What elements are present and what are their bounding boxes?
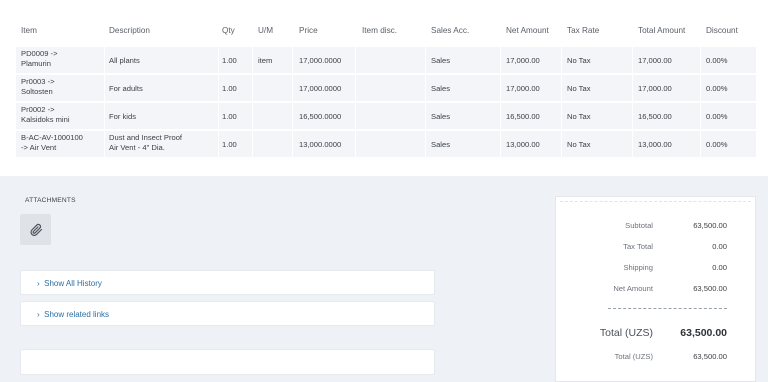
cell-sales-acc: Sales bbox=[431, 140, 450, 149]
cell-sales-acc: Sales bbox=[431, 112, 450, 121]
cell-discount: 0.00% bbox=[706, 112, 728, 121]
show-history-box[interactable]: › Show All History bbox=[20, 270, 435, 295]
grand-total-value: 63,500.00 bbox=[680, 327, 727, 339]
total-small-label: Total (UZS) bbox=[614, 352, 653, 361]
attachments-label: ATTACHMENTS bbox=[25, 197, 76, 204]
net-amount-value: 63,500.00 bbox=[693, 284, 727, 293]
col-header-total-amount[interactable]: Total Amount bbox=[638, 26, 685, 35]
tax-total-label: Tax Total bbox=[623, 242, 653, 251]
cell-tax-rate: No Tax bbox=[567, 140, 591, 149]
cell-discount: 0.00% bbox=[706, 56, 728, 65]
cell-net-amount: 13,000.00 bbox=[506, 140, 540, 149]
col-header-sales-acc[interactable]: Sales Acc. bbox=[431, 26, 469, 35]
cell-total-amount: 13,000.00 bbox=[638, 140, 672, 149]
cell-price: 13,000.0000 bbox=[299, 140, 342, 149]
cell-sales-acc: Sales bbox=[431, 84, 450, 93]
col-header-discount[interactable]: Discount bbox=[706, 26, 738, 35]
table-row[interactable]: PD0009 -> Plamurin All plants 1.00 item 1… bbox=[16, 47, 756, 73]
tax-total-value: 0.00 bbox=[712, 242, 727, 251]
col-header-item[interactable]: Item bbox=[21, 26, 37, 35]
cell-sales-acc: Sales bbox=[431, 56, 450, 65]
cell-net-amount: 17,000.00 bbox=[506, 84, 540, 93]
cell-total-amount: 17,000.00 bbox=[638, 84, 672, 93]
cell-net-amount: 16,500.00 bbox=[506, 112, 540, 121]
col-header-tax-rate[interactable]: Tax Rate bbox=[567, 26, 599, 35]
cell-item: Pr0002 -> Kalsidoks mini bbox=[21, 105, 70, 124]
cell-qty: 1.00 bbox=[222, 112, 237, 121]
cell-description: For adults bbox=[109, 84, 143, 93]
add-attachment-button[interactable] bbox=[20, 214, 51, 245]
show-related-link[interactable]: › Show related links bbox=[37, 310, 109, 319]
cell-description: All plants bbox=[109, 56, 140, 65]
cell-price: 17,000.0000 bbox=[299, 56, 342, 65]
cell-price: 16,500.0000 bbox=[299, 112, 342, 121]
cell-item: Pr0003 -> Soltosten bbox=[21, 77, 55, 96]
cell-price: 17,000.0000 bbox=[299, 84, 342, 93]
cell-total-amount: 16,500.00 bbox=[638, 112, 672, 121]
cell-discount: 0.00% bbox=[706, 84, 728, 93]
cell-qty: 1.00 bbox=[222, 140, 237, 149]
show-related-box[interactable]: › Show related links bbox=[20, 301, 435, 326]
totals-panel: Subtotal 63,500.00 Tax Total 0.00 Shippi… bbox=[555, 196, 756, 382]
shipping-value: 0.00 bbox=[712, 263, 727, 272]
cell-discount: 0.00% bbox=[706, 140, 728, 149]
empty-panel bbox=[20, 349, 435, 375]
shipping-label: Shipping bbox=[623, 263, 653, 272]
col-header-price[interactable]: Price bbox=[299, 26, 318, 35]
cell-qty: 1.00 bbox=[222, 84, 237, 93]
col-header-qty[interactable]: Qty bbox=[222, 26, 235, 35]
subtotal-value: 63,500.00 bbox=[693, 221, 727, 230]
show-history-link[interactable]: › Show All History bbox=[37, 279, 102, 288]
col-header-um[interactable]: U/M bbox=[258, 26, 273, 35]
paperclip-icon bbox=[29, 223, 42, 236]
col-header-item-disc[interactable]: Item disc. bbox=[362, 26, 397, 35]
net-amount-label: Net Amount bbox=[613, 284, 653, 293]
totals-divider bbox=[608, 308, 727, 309]
cell-tax-rate: No Tax bbox=[567, 84, 591, 93]
table-row[interactable]: Pr0003 -> Soltosten For adults 1.00 17,00… bbox=[16, 75, 756, 101]
table-row[interactable]: B-AC-AV-1000100 -> Air Vent Dust and Inse… bbox=[16, 131, 756, 157]
table-header: Item Description Qty U/M Price Item disc… bbox=[0, 20, 768, 42]
cell-tax-rate: No Tax bbox=[567, 56, 591, 65]
col-header-net-amount[interactable]: Net Amount bbox=[506, 26, 549, 35]
cell-net-amount: 17,000.00 bbox=[506, 56, 540, 65]
cell-description: Dust and Insect Proof Air Vent - 4" Dia. bbox=[109, 133, 183, 152]
grand-total-label: Total (UZS) bbox=[599, 327, 653, 339]
cell-qty: 1.00 bbox=[222, 56, 237, 65]
items-table: Item Description Qty U/M Price Item disc… bbox=[0, 0, 768, 176]
cell-description: For kids bbox=[109, 112, 137, 121]
cell-tax-rate: No Tax bbox=[567, 112, 591, 121]
subtotal-label: Subtotal bbox=[625, 221, 653, 230]
col-header-description[interactable]: Description bbox=[109, 26, 150, 35]
cell-um: item bbox=[258, 56, 273, 65]
cell-item: B-AC-AV-1000100 -> Air Vent bbox=[21, 133, 83, 152]
cell-item: PD0009 -> Plamurin bbox=[21, 49, 58, 68]
cell-total-amount: 17,000.00 bbox=[638, 56, 672, 65]
table-row[interactable]: Pr0002 -> Kalsidoks mini For kids 1.00 16… bbox=[16, 103, 756, 129]
total-small-value: 63,500.00 bbox=[693, 352, 727, 361]
